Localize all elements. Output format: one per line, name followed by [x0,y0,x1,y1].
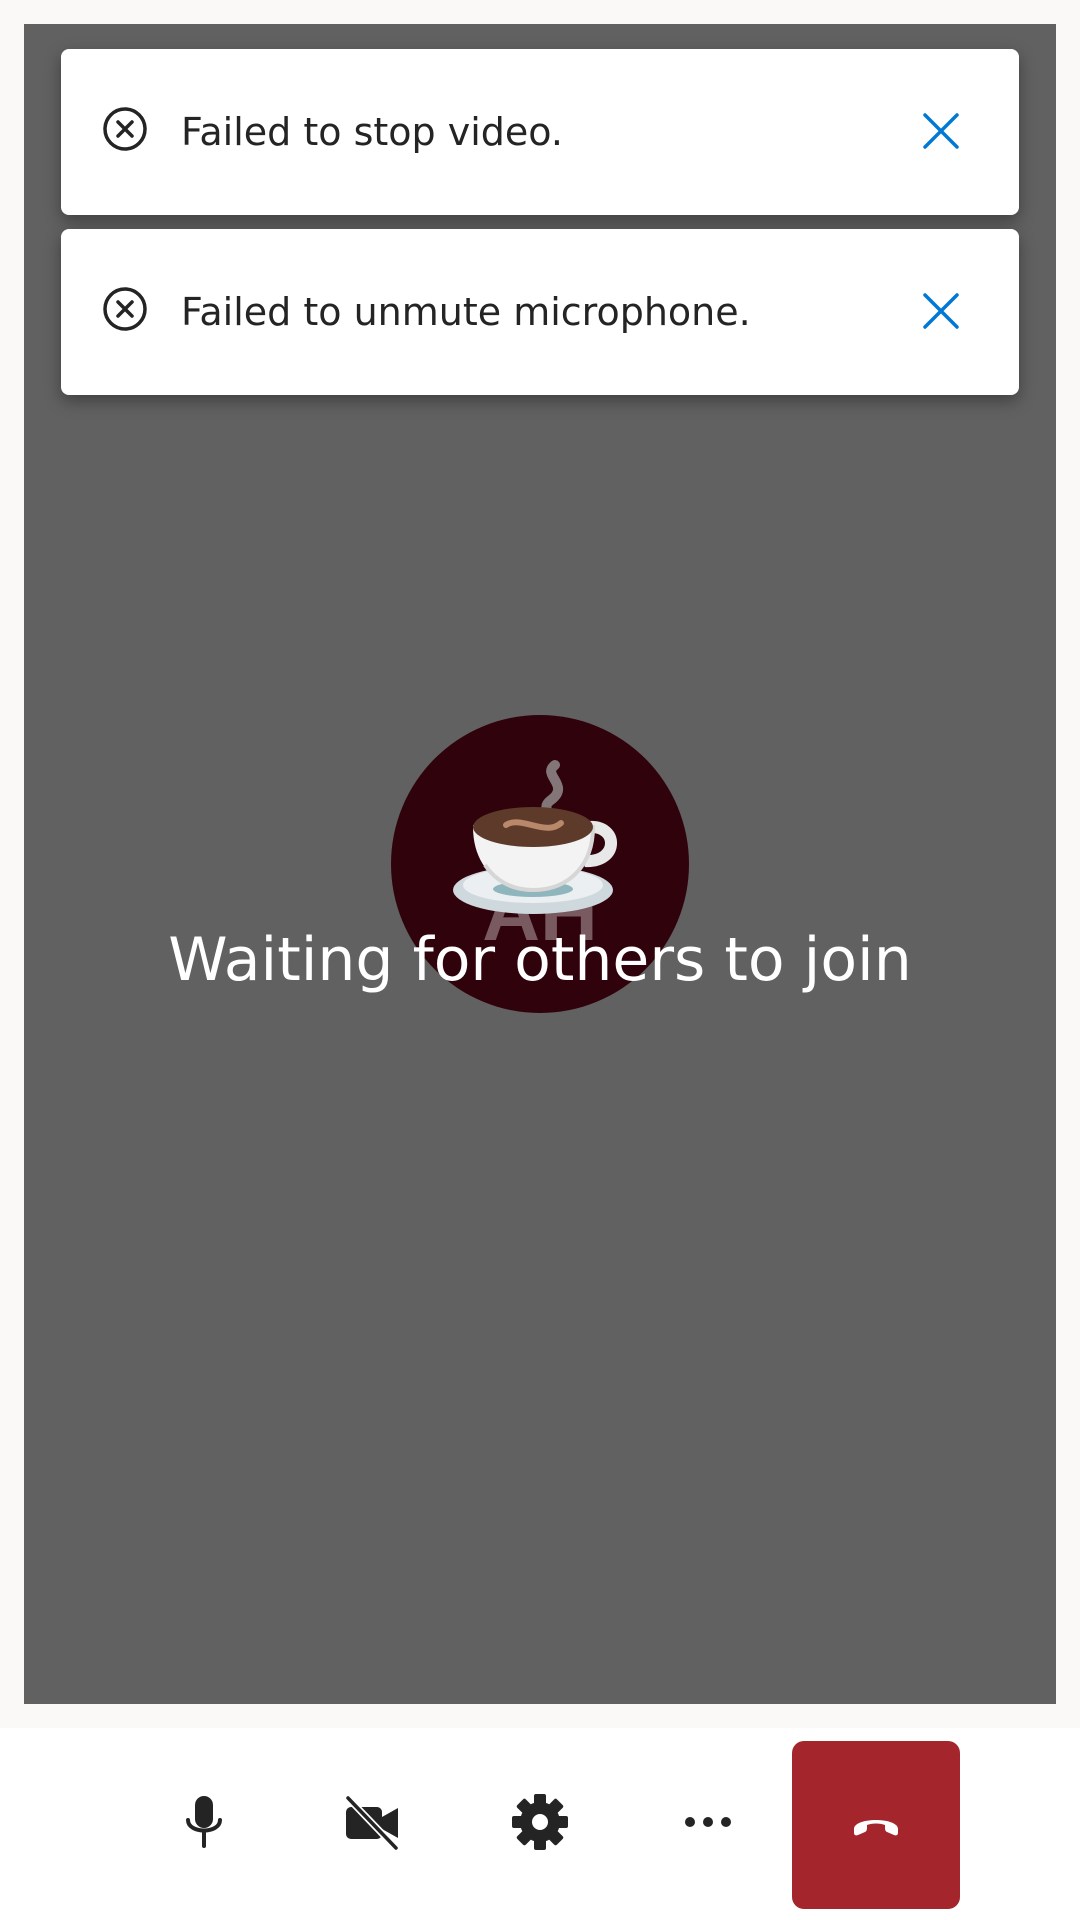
camera-off-icon[interactable] [340,1790,404,1854]
more-options-icon[interactable] [676,1790,740,1854]
microphone-icon[interactable] [172,1790,236,1854]
hang-up-button[interactable] [792,1741,960,1909]
error-circle-icon [103,107,147,151]
gear-icon[interactable] [508,1790,572,1854]
close-icon[interactable] [919,289,963,333]
notification-message: Failed to stop video. [181,110,563,154]
call-control-bar [0,1728,1080,1920]
call-screen: Failed to stop video. Failed to unmute m… [0,0,1080,1920]
hang-up-icon [854,1820,898,1836]
notification-message: Failed to unmute microphone. [181,290,751,334]
close-icon[interactable] [919,109,963,153]
waiting-status-text: Waiting for others to join [168,925,912,995]
hot-beverage-icon [453,760,617,914]
error-notification-microphone: Failed to unmute microphone. [61,229,1019,395]
error-notification-video: Failed to stop video. [61,49,1019,215]
error-circle-icon [103,287,147,331]
